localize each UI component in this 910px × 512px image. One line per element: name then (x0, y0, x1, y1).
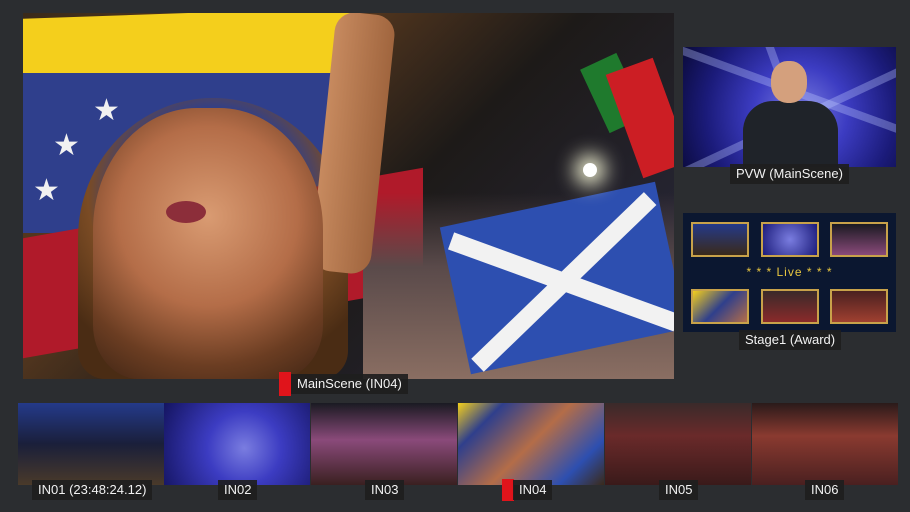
dj-body (743, 101, 838, 167)
lips (166, 201, 206, 223)
stage-thumb-1 (691, 222, 749, 257)
stage-light (583, 163, 597, 177)
input-05-thumbnail[interactable] (605, 403, 751, 485)
stage-award-monitor[interactable]: * * * Live * * * (683, 213, 896, 332)
input-02-label: IN02 (218, 480, 258, 500)
input-05-label: IN05 (659, 480, 699, 500)
input-06-thumbnail[interactable] (752, 403, 898, 485)
flag-star-icon: ★ (53, 129, 80, 162)
input-04-label: IN04 (513, 480, 553, 500)
input-01-label: IN01 (23:48:24.12) (32, 480, 153, 500)
input-02-thumbnail[interactable] (164, 403, 310, 485)
program-output-monitor[interactable]: ★ ★ ★ ★ ★ (23, 13, 674, 379)
stage-thumb-2 (761, 222, 819, 257)
stage-thumb-6 (830, 289, 888, 324)
stage-thumb-3 (830, 222, 888, 257)
flag-star-icon: ★ (33, 174, 60, 207)
input-03-thumbnail[interactable] (311, 403, 457, 485)
program-label: MainScene (IN04) (291, 374, 408, 394)
stage-label: Stage1 (Award) (739, 330, 842, 350)
fan-face (93, 108, 323, 379)
input-03-label: IN03 (365, 480, 405, 500)
dj-head (771, 61, 807, 103)
input-06-label: IN06 (805, 480, 845, 500)
preview-label: PVW (MainScene) (730, 164, 849, 184)
flag-star-icon: ★ (93, 94, 120, 127)
program-tally-indicator (279, 372, 291, 396)
stage-thumb-4 (691, 289, 749, 324)
stage-thumb-5 (761, 289, 819, 324)
live-overlay-text: * * * Live * * * (746, 265, 833, 279)
input-01-thumbnail[interactable] (18, 403, 164, 485)
preview-monitor[interactable] (683, 47, 896, 167)
input-04-thumbnail[interactable] (458, 403, 604, 485)
